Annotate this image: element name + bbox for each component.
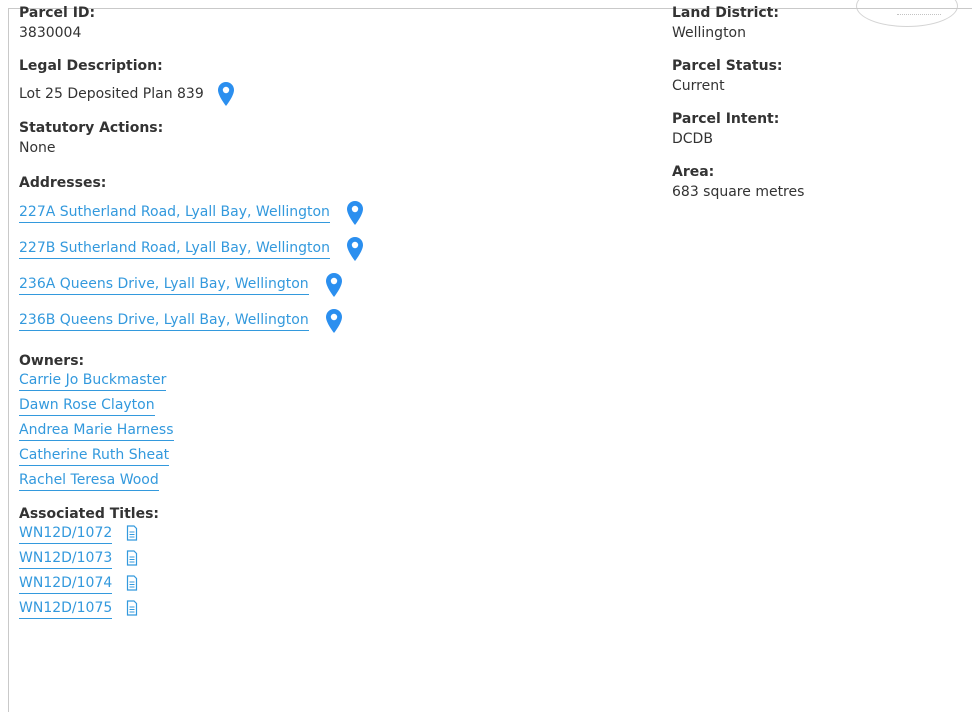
- address-link[interactable]: 227B Sutherland Road, Lyall Bay, Welling…: [19, 239, 330, 259]
- land-district-value: Wellington: [672, 25, 746, 41]
- parcel-id-label: Parcel ID:: [19, 5, 96, 21]
- parcel-status-section: Parcel Status: Current: [672, 56, 952, 96]
- address-link[interactable]: 227A Sutherland Road, Lyall Bay, Welling…: [19, 203, 330, 223]
- map-pin-icon[interactable]: [217, 81, 235, 107]
- title-link[interactable]: WN12D/1073: [19, 549, 113, 569]
- owner-link[interactable]: Dawn Rose Clayton: [19, 396, 155, 416]
- parcel-intent-value: DCDB: [672, 131, 713, 147]
- owner-row: Catherine Ruth Sheat: [19, 446, 639, 471]
- address-row: 236A Queens Drive, Lyall Bay, Wellington: [19, 267, 639, 303]
- document-icon[interactable]: [126, 550, 138, 566]
- map-pin-icon[interactable]: [346, 200, 364, 226]
- legal-description-value: Lot 25 Deposited Plan 839: [19, 86, 204, 102]
- parcel-status-value: Current: [672, 78, 725, 94]
- document-icon[interactable]: [126, 575, 138, 591]
- title-link[interactable]: WN12D/1075: [19, 599, 113, 619]
- right-column: Land District: Wellington Parcel Status:…: [672, 3, 952, 215]
- associated-titles-section: Associated Titles: WN12D/1072 WN12D/1073…: [19, 504, 639, 624]
- parcel-intent-label: Parcel Intent:: [672, 111, 780, 127]
- statutory-actions-section: Statutory Actions: None: [19, 118, 639, 158]
- owners-label: Owners:: [19, 353, 85, 369]
- area-section: Area: 683 square metres: [672, 162, 952, 202]
- area-value: 683 square metres: [672, 184, 805, 200]
- address-link[interactable]: 236A Queens Drive, Lyall Bay, Wellington: [19, 275, 309, 295]
- address-row: 236B Queens Drive, Lyall Bay, Wellington: [19, 303, 639, 339]
- legal-description-section: Legal Description: Lot 25 Deposited Plan…: [19, 56, 639, 108]
- document-icon[interactable]: [126, 525, 138, 541]
- left-column: Parcel ID: 3830004 Legal Description: Lo…: [19, 3, 639, 637]
- address-row: 227A Sutherland Road, Lyall Bay, Welling…: [19, 195, 639, 231]
- map-pin-icon[interactable]: [325, 308, 343, 334]
- legal-description-label: Legal Description:: [19, 58, 163, 74]
- address-row: 227B Sutherland Road, Lyall Bay, Welling…: [19, 231, 639, 267]
- owner-link[interactable]: Rachel Teresa Wood: [19, 471, 159, 491]
- map-pin-icon[interactable]: [325, 272, 343, 298]
- title-link[interactable]: WN12D/1074: [19, 574, 113, 594]
- document-icon[interactable]: [126, 600, 138, 616]
- land-district-label: Land District:: [672, 5, 779, 21]
- statutory-actions-value: None: [19, 140, 56, 156]
- owner-link[interactable]: Andrea Marie Harness: [19, 421, 174, 441]
- land-district-section: Land District: Wellington: [672, 3, 952, 43]
- title-row: WN12D/1072: [19, 524, 639, 549]
- parcel-intent-section: Parcel Intent: DCDB: [672, 109, 952, 149]
- map-pin-icon[interactable]: [346, 236, 364, 262]
- owner-row: Carrie Jo Buckmaster: [19, 371, 639, 396]
- owner-link[interactable]: Carrie Jo Buckmaster: [19, 371, 167, 391]
- owner-link[interactable]: Catherine Ruth Sheat: [19, 446, 170, 466]
- parcel-id-section: Parcel ID: 3830004: [19, 3, 639, 43]
- owners-section: Owners: Carrie Jo Buckmaster Dawn Rose C…: [19, 351, 639, 496]
- legal-description-row: Lot 25 Deposited Plan 839: [19, 80, 639, 108]
- owner-row: Dawn Rose Clayton: [19, 396, 639, 421]
- parcel-id-value: 3830004: [19, 25, 82, 41]
- title-row: WN12D/1075: [19, 599, 639, 624]
- owner-row: Andrea Marie Harness: [19, 421, 639, 446]
- area-label: Area:: [672, 164, 715, 180]
- associated-titles-label: Associated Titles:: [19, 506, 160, 522]
- addresses-label: Addresses:: [19, 175, 107, 191]
- owner-row: Rachel Teresa Wood: [19, 471, 639, 496]
- title-link[interactable]: WN12D/1072: [19, 524, 113, 544]
- addresses-section: Addresses: 227A Sutherland Road, Lyall B…: [19, 173, 639, 339]
- statutory-actions-label: Statutory Actions:: [19, 120, 164, 136]
- title-row: WN12D/1073: [19, 549, 639, 574]
- parcel-status-label: Parcel Status:: [672, 58, 783, 74]
- address-link[interactable]: 236B Queens Drive, Lyall Bay, Wellington: [19, 311, 309, 331]
- title-row: WN12D/1074: [19, 574, 639, 599]
